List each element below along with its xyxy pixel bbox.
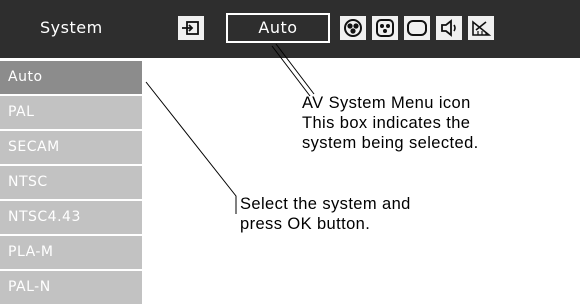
- select-callout-post: button.: [311, 215, 371, 233]
- callout-line-3: system being selected.: [302, 134, 479, 152]
- select-system-callout: Select the system and press OK button.: [240, 194, 411, 234]
- select-callout-line-1: Select the system and: [240, 195, 411, 213]
- callout-title-bold: AV System Menu: [302, 94, 434, 112]
- select-callout-pre: press: [240, 215, 288, 233]
- av-system-menu-callout: AV System Menu icon This box indicates t…: [302, 93, 479, 153]
- callout-title-rest: icon: [433, 94, 471, 112]
- callout-leader-lines: [145, 43, 315, 214]
- select-callout-ok: OK: [287, 215, 312, 233]
- callout-line-2: This box indicates the: [302, 114, 471, 132]
